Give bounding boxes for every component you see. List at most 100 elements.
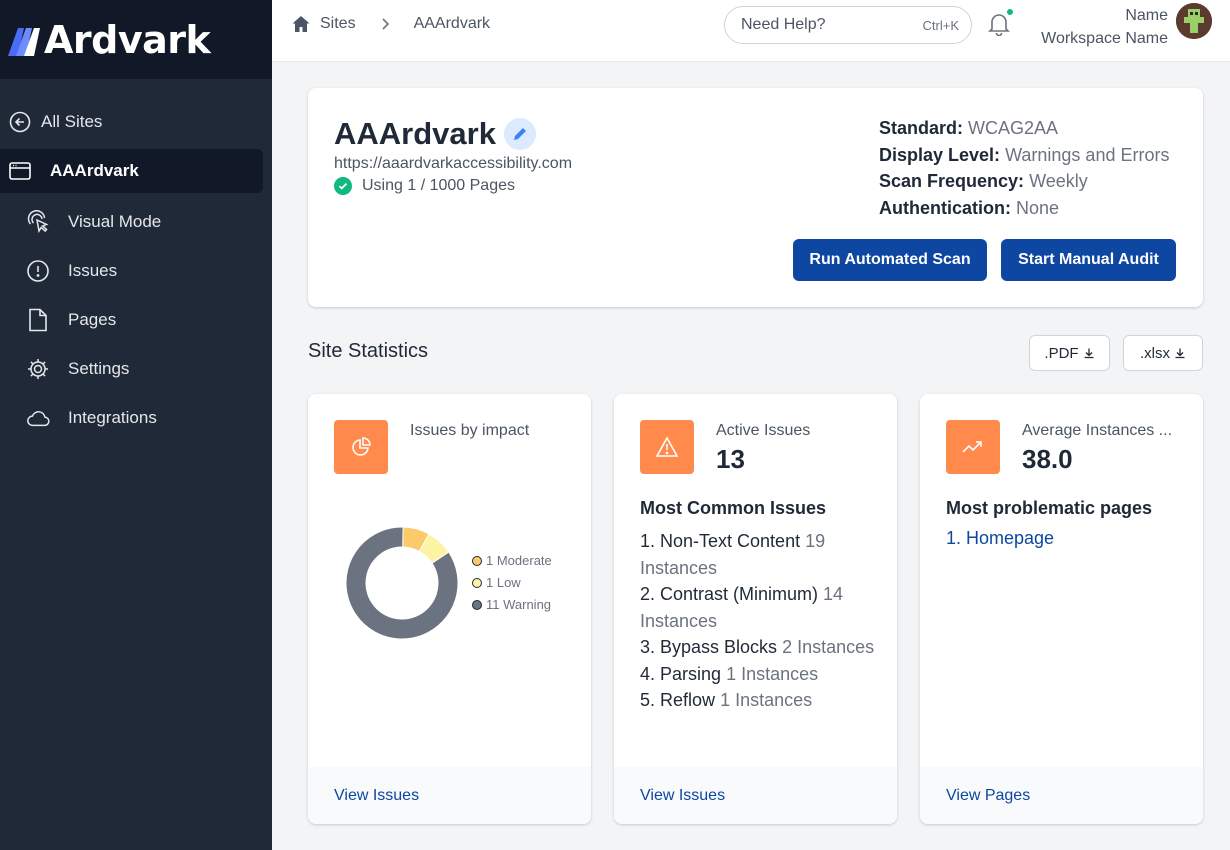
site-name: AAArdvark [334,116,496,151]
active-issues-card: Active Issues 13 Most Common Issues 1. N… [614,394,897,824]
view-issues-link[interactable]: View Issues [614,767,897,824]
list-item[interactable]: 4. Parsing 1 Instances [640,661,880,688]
issue-name: 1. Non-Text Content [640,531,801,551]
sidebar-item-settings[interactable]: Settings [0,344,272,393]
issue-name: 3. Bypass Blocks [640,637,778,657]
notification-indicator [1006,8,1014,16]
page-usage: Using 1 / 1000 Pages [334,177,515,195]
top-bar: Sites AAArdvark Need Help? Ctrl+K Name W… [272,0,1230,62]
issue-name: 5. Reflow [640,690,716,710]
scan-frequency-label: Scan Frequency: [879,171,1025,191]
logo-text: Ardvark [44,17,211,62]
list-item[interactable]: 5. Reflow 1 Instances [640,687,880,714]
sidebar-item-label: Visual Mode [68,211,162,231]
warning-triangle-icon [640,420,694,474]
avatar[interactable] [1176,3,1212,39]
site-settings-summary: Standard: WCAG2AA Display Level: Warning… [879,115,1169,221]
most-common-issues-title: Most Common Issues [640,498,827,518]
notifications-bell-icon[interactable] [988,8,1014,41]
pie-chart-icon [334,420,388,474]
touch-pointer-icon [26,209,50,234]
sidebar-item-pages[interactable]: Pages [0,295,272,344]
legend-label: 1 Moderate [486,553,552,568]
help-search-input[interactable]: Need Help? Ctrl+K [724,6,972,44]
list-item[interactable]: 1. Non-Text Content 19 Instances [640,528,880,581]
view-pages-link[interactable]: View Pages [920,767,1203,824]
download-icon [1175,348,1185,359]
workspace-name: Workspace Name [1041,30,1168,47]
issue-name: 4. Parsing [640,663,722,684]
scan-frequency-value: Weekly [1029,171,1088,191]
active-issues-label: Active Issues [716,422,811,439]
average-instances-card: Average Instances ... 38.0 Most problema… [920,394,1203,824]
authentication-value: None [1016,197,1060,218]
export-pdf-label: .PDF [1044,344,1079,362]
section-title: Site Statistics [308,340,429,362]
help-placeholder: Need Help? [741,16,826,33]
run-automated-scan-button[interactable]: Run Automated Scan [793,239,987,281]
page-title: AAArdvark [334,116,536,152]
keyboard-shortcut: Ctrl+K [922,17,959,33]
common-issues-list: 1. Non-Text Content 19 Instances 2. Cont… [640,528,880,714]
legend-label: 11 Warning [486,597,552,612]
edit-pencil-icon[interactable] [503,118,536,150]
average-instances-value: 38.0 [1022,444,1073,474]
user-menu[interactable]: Name Workspace Name [1041,4,1168,50]
check-circle-icon [334,177,352,195]
arrow-left-circle-icon [8,110,32,134]
standard-label: Standard: [879,118,964,138]
sidebar-item-label: All Sites [41,112,103,131]
problematic-page-link[interactable]: 1. Homepage [946,528,1054,549]
sidebar-item-label: Integrations [68,407,157,427]
impact-donut-chart [345,526,459,640]
active-issues-count: 13 [716,444,745,474]
browser-window-icon [8,159,32,183]
sidebar-item-label: Pages [68,309,117,329]
alert-circle-icon [26,259,50,283]
breadcrumb-current-site[interactable]: AAArdvark [414,15,490,33]
sidebar-item-label: AAArdvark [50,161,139,180]
cloud-icon [26,406,50,430]
export-pdf-button[interactable]: .PDF [1029,335,1110,371]
sidebar-item-issues[interactable]: Issues [0,246,272,295]
logo-mark-icon [8,27,40,56]
chevron-right-icon [380,17,390,31]
list-item[interactable]: 2. Contrast (Minimum) 14 Instances [640,581,880,634]
legend-item-moderate: 1 Moderate [472,550,552,572]
standard-value: WCAG2AA [968,118,1059,138]
sidebar-item-integrations[interactable]: Integrations [0,393,272,442]
chart-legend: 1 Moderate 1 Low 11 Warning [472,550,552,616]
issues-by-impact-label: Issues by impact [410,422,530,439]
display-level-value: Warnings and Errors [1005,144,1170,165]
display-level-label: Display Level: [879,144,1001,165]
sidebar-item-label: Settings [68,358,130,378]
issue-count: 1 Instances [726,663,819,684]
view-issues-link[interactable]: View Issues [308,767,591,824]
legend-label: 1 Low [486,575,521,590]
average-instances-label: Average Instances ... [1022,422,1173,439]
issue-count: 1 Instances [720,690,813,710]
export-xlsx-label: .xlsx [1140,344,1170,362]
gear-icon [26,357,50,381]
document-icon [26,308,50,332]
breadcrumb: Sites AAArdvark [291,14,490,34]
site-overview-card: AAArdvark https://aaardvarkaccessibility… [308,88,1203,307]
sidebar-item-all-sites[interactable]: All Sites [0,99,272,145]
sidebar-item-visual-mode[interactable]: Visual Mode [0,197,272,246]
breadcrumb-sites[interactable]: Sites [320,15,356,33]
legend-item-low: 1 Low [472,572,552,594]
authentication-label: Authentication: [879,197,1011,218]
download-icon [1084,348,1094,359]
trending-up-icon [946,420,1000,474]
legend-item-warning: 11 Warning [472,594,552,616]
issue-name: 2. Contrast (Minimum) [640,584,819,604]
list-item[interactable]: 3. Bypass Blocks 2 Instances [640,634,880,661]
sidebar-item-site[interactable]: AAArdvark [0,149,263,193]
sidebar: Ardvark All Sites AAArdvark Visual Mode … [0,0,272,850]
issues-by-impact-card: Issues by impact 1 Moderate 1 Low 11 War… [308,394,591,824]
sidebar-nav: All Sites AAArdvark Visual Mode Issues P… [0,79,272,442]
export-xlsx-button[interactable]: .xlsx [1123,335,1203,371]
brand-logo[interactable]: Ardvark [0,0,272,79]
start-manual-audit-button[interactable]: Start Manual Audit [1001,239,1176,281]
home-icon[interactable] [291,14,311,34]
